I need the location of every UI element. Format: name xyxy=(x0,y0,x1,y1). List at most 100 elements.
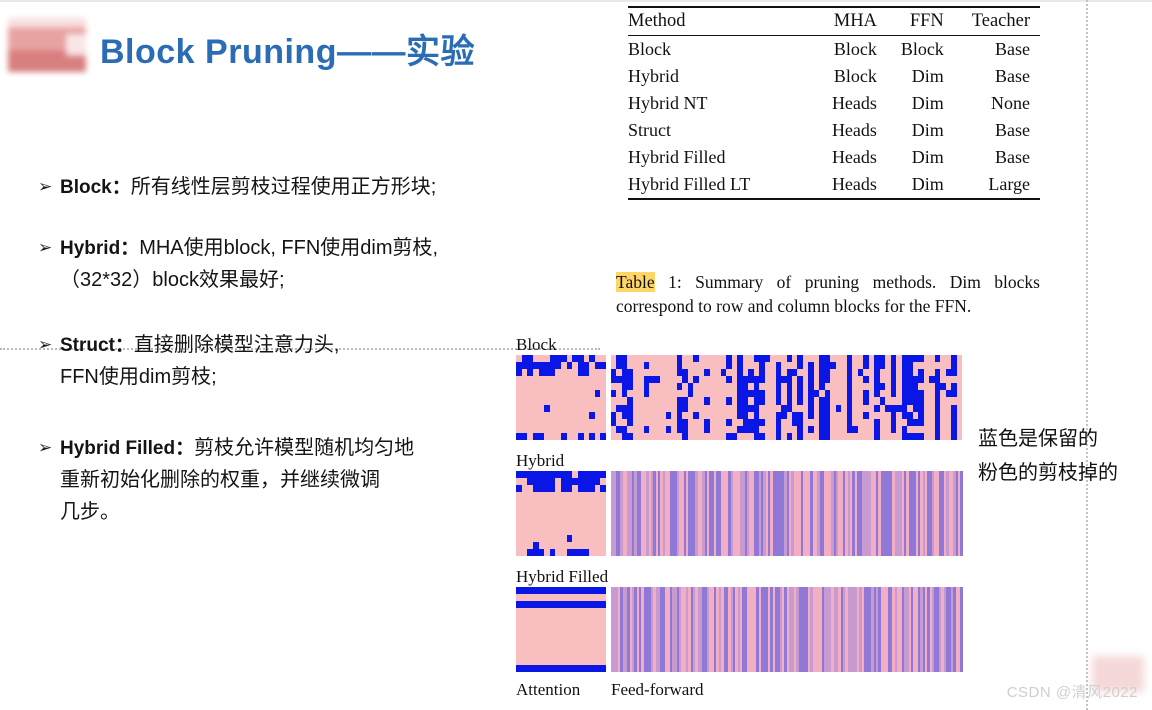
col-header-teacher: Teacher xyxy=(953,6,1040,36)
heatmap-row xyxy=(516,376,606,384)
heatmap-row xyxy=(516,418,606,426)
attention-heatmap xyxy=(516,587,606,672)
caption-text: 1: Summary of pruning methods. Dim block… xyxy=(616,272,1040,316)
pruning-methods-table: Method MHA FFN Teacher Block Block Block Ba… xyxy=(628,6,1040,200)
table-caption: Table 1: Summary of pruning methods. Dim… xyxy=(616,270,1040,318)
heatmap-row xyxy=(516,643,606,651)
table-cell: Base xyxy=(995,39,1030,59)
heatmap-row xyxy=(516,664,606,672)
heatmap-cell xyxy=(956,411,962,419)
heatmap-row xyxy=(516,513,606,521)
table-cell: Heads xyxy=(831,147,877,167)
table-cell: Base xyxy=(995,120,1030,140)
table-cell: Dim xyxy=(911,93,944,113)
panel-body xyxy=(516,355,962,440)
table-row: Hybrid NT Heads Dim None xyxy=(628,90,1040,117)
heatmap-stripe xyxy=(960,587,963,672)
bullet-text: MHA使用block, FFN使用dim剪枝, xyxy=(139,237,439,259)
bullet-text: 剪枝允许模型随机均匀地 xyxy=(194,437,415,459)
heatmap-row xyxy=(516,397,606,405)
page-title: Block Pruning——实验 xyxy=(100,33,475,71)
heatmap-cell xyxy=(600,404,606,412)
heatmap-cell xyxy=(600,383,606,391)
heatmap-stripe xyxy=(960,471,963,556)
heatmap-row xyxy=(516,541,606,549)
heatmap-cell xyxy=(956,362,962,370)
figure-panel-hybrid: Hybrid xyxy=(516,451,963,556)
bullet-list: ➢ Block：所有线性层剪枝过程使用正方形块; ➢ Hybrid：MHA使用b… xyxy=(38,172,538,558)
heatmap-cell xyxy=(956,432,962,440)
heatmap-cell xyxy=(600,369,606,377)
bullet-head: Hybrid： xyxy=(60,238,140,259)
panel-label-hybrid: Hybrid xyxy=(516,451,565,470)
panel-label-hybrid-filled: Hybrid Filled xyxy=(516,567,609,586)
heatmap-cell xyxy=(600,411,606,419)
heatmap-cell xyxy=(956,418,962,426)
list-item: ➢ Block：所有线性层剪枝过程使用正方形块; xyxy=(38,172,538,203)
caption-highlight: Table xyxy=(616,272,655,292)
table-row: Hybrid Filled Heads Dim Base xyxy=(628,144,1040,171)
bullet-arrow-icon: ➢ xyxy=(38,238,53,257)
heatmap-cell xyxy=(956,376,962,384)
legend-note: 蓝色是保留的 粉色的剪枝掉的 xyxy=(978,422,1118,490)
heatmap-row xyxy=(516,506,606,514)
heatmap-cell xyxy=(956,390,962,398)
list-item: ➢ Hybrid：MHA使用block, FFN使用dim剪枝, （32*32）… xyxy=(38,233,538,296)
heatmap-row xyxy=(516,636,606,644)
col-header-method: Method xyxy=(628,6,818,36)
heatmap-cell xyxy=(600,534,606,542)
table-cell: Block xyxy=(833,39,877,59)
heatmap-row xyxy=(516,615,606,623)
heatmap-row xyxy=(516,383,606,391)
table-cell: Heads xyxy=(831,120,877,140)
list-item: ➢ Hybrid Filled：剪枝允许模型随机均匀地 重新初始化删除的权重，并… xyxy=(38,433,538,528)
table-cell: Block xyxy=(900,39,944,59)
heatmap-row xyxy=(516,629,606,637)
bullet-text: 直接删除模型注意力头, xyxy=(133,334,340,356)
table-row: Hybrid Filled LT Heads Dim Large xyxy=(628,171,1040,200)
bullet-text: 所有线性层剪枝过程使用正方形块; xyxy=(130,176,437,198)
watermark: CSDN @清风2022 xyxy=(1006,684,1138,701)
heatmap-cell xyxy=(600,362,606,370)
heatmap-row xyxy=(516,404,606,412)
heatmap-col xyxy=(956,355,962,440)
feedforward-heatmap xyxy=(611,355,962,440)
heatmap-cell xyxy=(600,397,606,405)
heatmap-cell xyxy=(600,425,606,433)
bullet-head: Struct： xyxy=(60,335,134,356)
heatmap-row xyxy=(516,390,606,398)
table-row: Hybrid Block Dim Base xyxy=(628,63,1040,90)
table-cell: Heads xyxy=(817,171,887,200)
heatmap-row xyxy=(516,527,606,535)
table-cell: Base xyxy=(995,66,1030,86)
list-item: ➢ Struct：直接删除模型注意力头, FFN使用dim剪枝; xyxy=(38,330,538,393)
legend-note-line1: 蓝色是保留的 xyxy=(978,428,1098,450)
heatmap-cell xyxy=(956,355,962,363)
top-divider xyxy=(0,0,1152,2)
table-cell: Block xyxy=(628,39,671,59)
heatmap-row xyxy=(516,587,606,595)
heatmap-cell xyxy=(600,527,606,535)
panel-body xyxy=(516,471,963,556)
heatmap-row xyxy=(516,520,606,528)
bullet-head: Block： xyxy=(60,177,131,198)
table-header-row: Method MHA FFN Teacher xyxy=(628,6,1040,36)
axis-label-attention: Attention xyxy=(516,680,581,699)
heatmap-row xyxy=(516,601,606,609)
bullet-arrow-icon: ➢ xyxy=(38,438,53,457)
heatmap-cell xyxy=(600,418,606,426)
heatmap-cell xyxy=(956,397,962,405)
slide-root: Block Pruning——实验 ➢ Block：所有线性层剪枝过程使用正方形… xyxy=(0,0,1152,710)
heatmap-row xyxy=(516,432,606,440)
table-cell: Hybrid xyxy=(628,66,679,86)
heatmap-cell xyxy=(600,541,606,549)
table-row: Struct Heads Dim Base xyxy=(628,117,1040,144)
heatmap-cell xyxy=(956,383,962,391)
heatmap-row xyxy=(516,622,606,630)
heatmap-cell xyxy=(600,432,606,440)
table-cell: Hybrid Filled xyxy=(628,147,726,167)
figure-panel-hybrid-filled: Hybrid Filled xyxy=(516,567,963,672)
table-cell: Dim xyxy=(886,171,954,200)
bullet-subline: （32*32）block效果最好; xyxy=(60,269,285,291)
bullet-subline: 重新初始化删除的权重，并继续微调 xyxy=(60,469,380,491)
